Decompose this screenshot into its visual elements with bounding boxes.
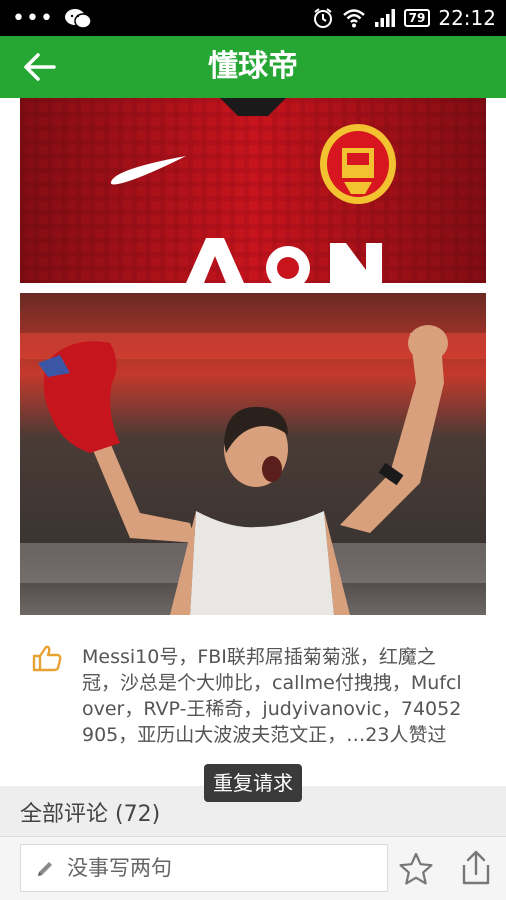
- player-celebration-photo: [20, 293, 486, 615]
- page-title: 懂球帝: [208, 49, 298, 84]
- battery-indicator: 79: [403, 9, 431, 27]
- status-left: •••: [12, 8, 92, 30]
- all-comments-label: 全部评论 (72): [20, 802, 161, 827]
- status-right: 79 22:12: [312, 5, 496, 31]
- arrow-left-icon[interactable]: [20, 50, 60, 84]
- signal-icon: [374, 9, 395, 27]
- wifi-icon: [342, 9, 365, 28]
- share-icon[interactable]: [456, 849, 496, 887]
- article-content: Messi10号，FBI联邦屌插菊菊涨，红魔之冠，沙总是个大帅比，callme付…: [0, 98, 506, 786]
- comment-input-placeholder: 没事写两句: [67, 856, 172, 880]
- app-bar: 懂球帝: [0, 36, 506, 98]
- toast-message: 重复请求: [204, 764, 302, 802]
- wechat-icon: [64, 9, 92, 29]
- thumbs-up-icon[interactable]: [32, 644, 62, 672]
- jersey-photo: [20, 98, 486, 283]
- bottom-bar: 没事写两句: [0, 836, 506, 900]
- star-icon[interactable]: [398, 851, 434, 887]
- status-time: 22:12: [438, 6, 496, 30]
- alarm-icon: [313, 8, 332, 28]
- notification-dots: •••: [12, 6, 54, 31]
- pencil-icon: [38, 862, 52, 876]
- liked-by-list: Messi10号，FBI联邦屌插菊菊涨，红魔之冠，沙总是个大帅比，callme付…: [82, 646, 462, 746]
- comment-input[interactable]: 没事写两句: [20, 844, 388, 892]
- status-bar: ••• 79 22:12: [0, 0, 506, 36]
